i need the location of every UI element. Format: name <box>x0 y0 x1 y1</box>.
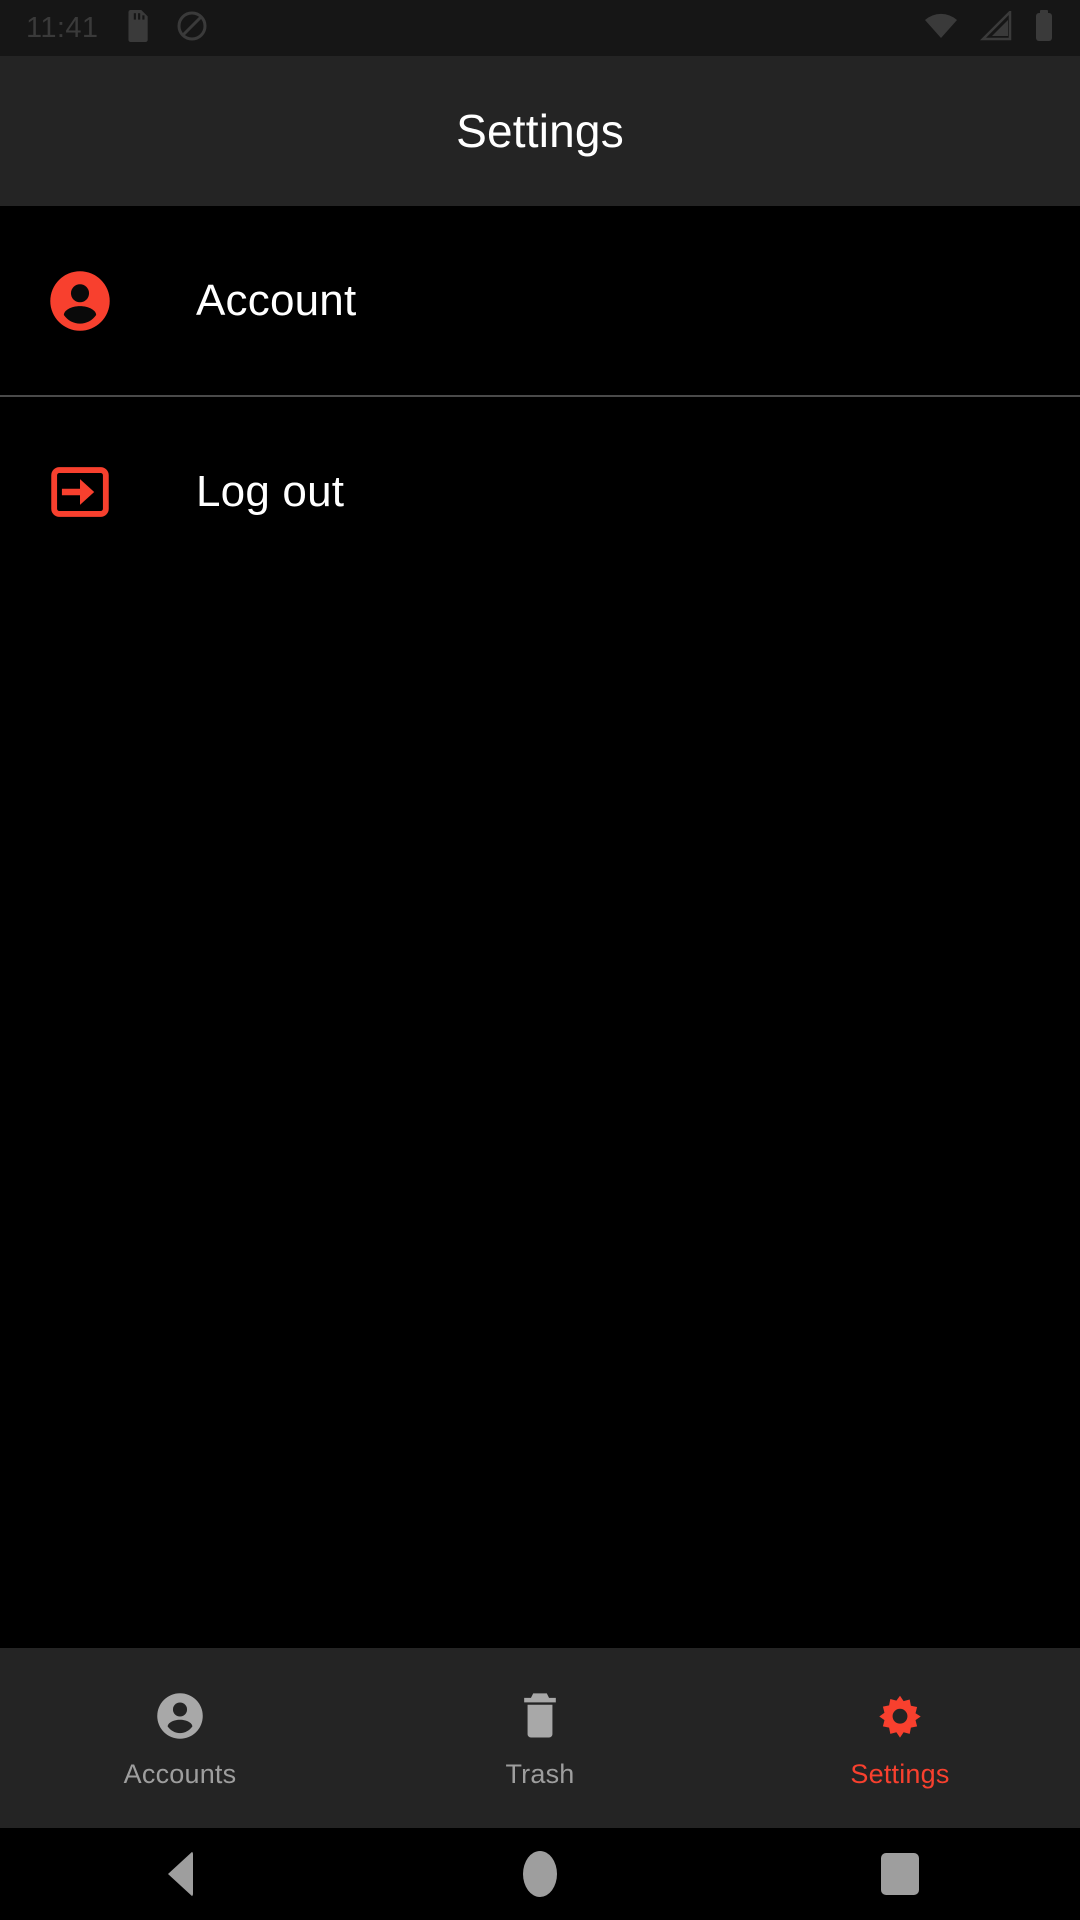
back-icon <box>167 1851 193 1897</box>
account-circle-icon <box>48 269 112 333</box>
settings-item-account-label: Account <box>196 275 357 325</box>
cellular-signal-icon <box>979 8 1012 46</box>
page-title: Settings <box>456 105 624 157</box>
logout-icon <box>48 460 112 524</box>
home-icon <box>523 1851 557 1897</box>
status-bar: 11:41 <box>0 0 1080 56</box>
recents-icon <box>881 1853 919 1895</box>
nav-tab-accounts-label: Accounts <box>123 1758 237 1789</box>
status-bar-right <box>924 8 1054 47</box>
status-bar-left: 11:41 <box>26 9 208 47</box>
sd-card-icon <box>124 9 150 47</box>
nav-tab-trash[interactable]: Trash <box>360 1687 720 1790</box>
nav-tab-trash-label: Trash <box>505 1758 575 1789</box>
wifi-icon <box>924 12 958 45</box>
settings-item-logout-label: Log out <box>196 466 345 516</box>
list-empty-area <box>0 586 1080 1648</box>
status-bar-clock: 11:41 <box>26 11 99 44</box>
nav-tab-settings[interactable]: Settings <box>720 1687 1080 1790</box>
do-not-disturb-icon <box>176 10 208 47</box>
bottom-navigation-bar: Accounts Trash Settings <box>0 1648 1080 1828</box>
system-home-button[interactable] <box>360 1851 720 1897</box>
nav-tab-accounts[interactable]: Accounts <box>0 1687 360 1790</box>
settings-list: Account Log out <box>0 206 1080 1648</box>
settings-item-account[interactable]: Account <box>0 206 1080 395</box>
account-circle-icon <box>154 1687 206 1745</box>
settings-item-logout[interactable]: Log out <box>0 397 1080 586</box>
nav-tab-settings-label: Settings <box>850 1758 950 1789</box>
app-bar: Settings <box>0 56 1080 206</box>
phone-screen: 11:41 Settings Account Log out Accounts … <box>0 0 1080 1920</box>
trash-icon <box>517 1687 563 1745</box>
system-back-button[interactable] <box>0 1851 360 1897</box>
system-recents-button[interactable] <box>720 1853 1080 1895</box>
battery-icon <box>1034 9 1054 47</box>
system-navigation-bar <box>0 1828 1080 1920</box>
gear-icon <box>873 1687 927 1745</box>
